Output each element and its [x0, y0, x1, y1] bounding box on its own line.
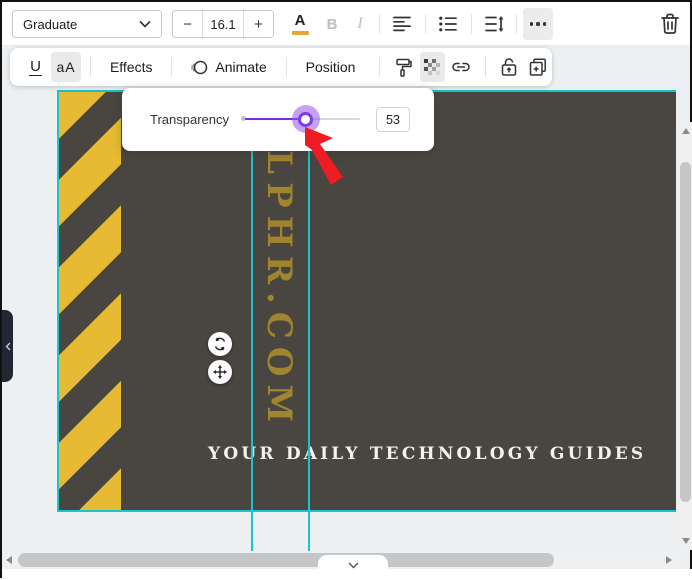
toolbar-divider	[171, 57, 173, 77]
scroll-down-arrow[interactable]	[682, 538, 690, 544]
chevron-left-icon	[5, 342, 10, 350]
tagline-text-element[interactable]: YOUR DAILY TECHNOLOGY GUIDES	[208, 444, 643, 464]
rotate-handle[interactable]	[208, 332, 232, 356]
caution-stripes-graphic	[59, 92, 121, 510]
toolbar-divider	[285, 57, 287, 77]
toolbar-divider	[484, 57, 486, 77]
toolbar-divider	[90, 57, 91, 77]
line-spacing-icon	[484, 16, 503, 32]
font-size-decrease-button[interactable]: −	[173, 11, 202, 37]
move-icon	[213, 365, 227, 379]
text-color-button[interactable]: A	[286, 8, 314, 40]
lock-icon	[501, 57, 517, 76]
bold-button[interactable]: B	[318, 8, 346, 40]
animate-label: Animate	[215, 59, 267, 75]
vertical-scroll-thumb[interactable]	[680, 162, 691, 502]
underline-button[interactable]: U	[24, 52, 47, 82]
transparency-icon	[423, 58, 440, 75]
link-icon	[452, 62, 470, 72]
link-button[interactable]	[449, 52, 474, 82]
horizontal-scroll-thumb[interactable]	[18, 553, 554, 567]
top-toolbar: Graduate − 16.1 + A B I	[2, 2, 690, 46]
position-button[interactable]: Position	[296, 52, 366, 82]
trash-icon	[661, 13, 679, 34]
rotate-icon	[214, 337, 226, 351]
red-cursor-arrow	[305, 127, 343, 185]
lock-button[interactable]	[497, 52, 522, 82]
chevron-down-icon	[139, 20, 151, 28]
font-size-stepper: − 16.1 +	[172, 10, 274, 38]
bulleted-list-button[interactable]	[433, 8, 463, 40]
transparency-label: Transparency	[150, 112, 229, 127]
scroll-up-arrow[interactable]	[682, 128, 690, 134]
text-color-swatch	[291, 31, 309, 35]
copy-style-button[interactable]	[391, 52, 416, 82]
scroll-left-arrow[interactable]	[6, 556, 12, 564]
font-size-increase-button[interactable]: +	[244, 11, 273, 37]
toolbar-divider	[516, 14, 517, 34]
more-options-button[interactable]	[523, 8, 553, 40]
toolbar-divider	[379, 14, 380, 34]
effects-button[interactable]: Effects	[100, 52, 163, 82]
delete-button[interactable]	[654, 8, 686, 40]
vertical-scrollbar[interactable]	[678, 122, 692, 550]
bulleted-list-icon	[439, 16, 457, 32]
text-align-button[interactable]	[387, 8, 417, 40]
text-selection-border-left	[251, 92, 253, 555]
toolbar-divider	[471, 14, 472, 34]
text-color-label: A	[294, 12, 306, 29]
move-handle[interactable]	[208, 360, 232, 384]
transparency-value-input[interactable]: 53	[376, 107, 410, 132]
italic-button[interactable]: I	[346, 8, 374, 40]
transparency-popover: Transparency 53	[122, 88, 434, 151]
toolbar-divider	[379, 57, 381, 77]
animate-icon	[191, 60, 208, 74]
sidebar-collapse-tab[interactable]	[2, 310, 13, 382]
font-family-dropdown[interactable]: Graduate	[12, 10, 162, 38]
toolbar-divider	[425, 14, 426, 34]
animate-button[interactable]: Animate	[181, 52, 276, 82]
transparency-button[interactable]	[420, 52, 445, 82]
paint-roller-icon	[396, 58, 412, 77]
font-size-value[interactable]: 16.1	[202, 11, 244, 37]
letter-case-button[interactable]: aA	[50, 52, 82, 82]
duplicate-button[interactable]	[525, 52, 550, 82]
chevron-down-icon	[348, 562, 358, 569]
line-spacing-button[interactable]	[479, 8, 509, 40]
align-left-icon	[393, 16, 411, 32]
more-icon	[529, 22, 547, 26]
font-family-value: Graduate	[23, 16, 78, 32]
collapse-panel-handle[interactable]	[318, 555, 388, 576]
duplicate-icon	[529, 58, 546, 76]
scroll-right-arrow[interactable]	[666, 556, 672, 564]
text-options-toolbar: U aA Effects Animate Position	[10, 48, 552, 86]
